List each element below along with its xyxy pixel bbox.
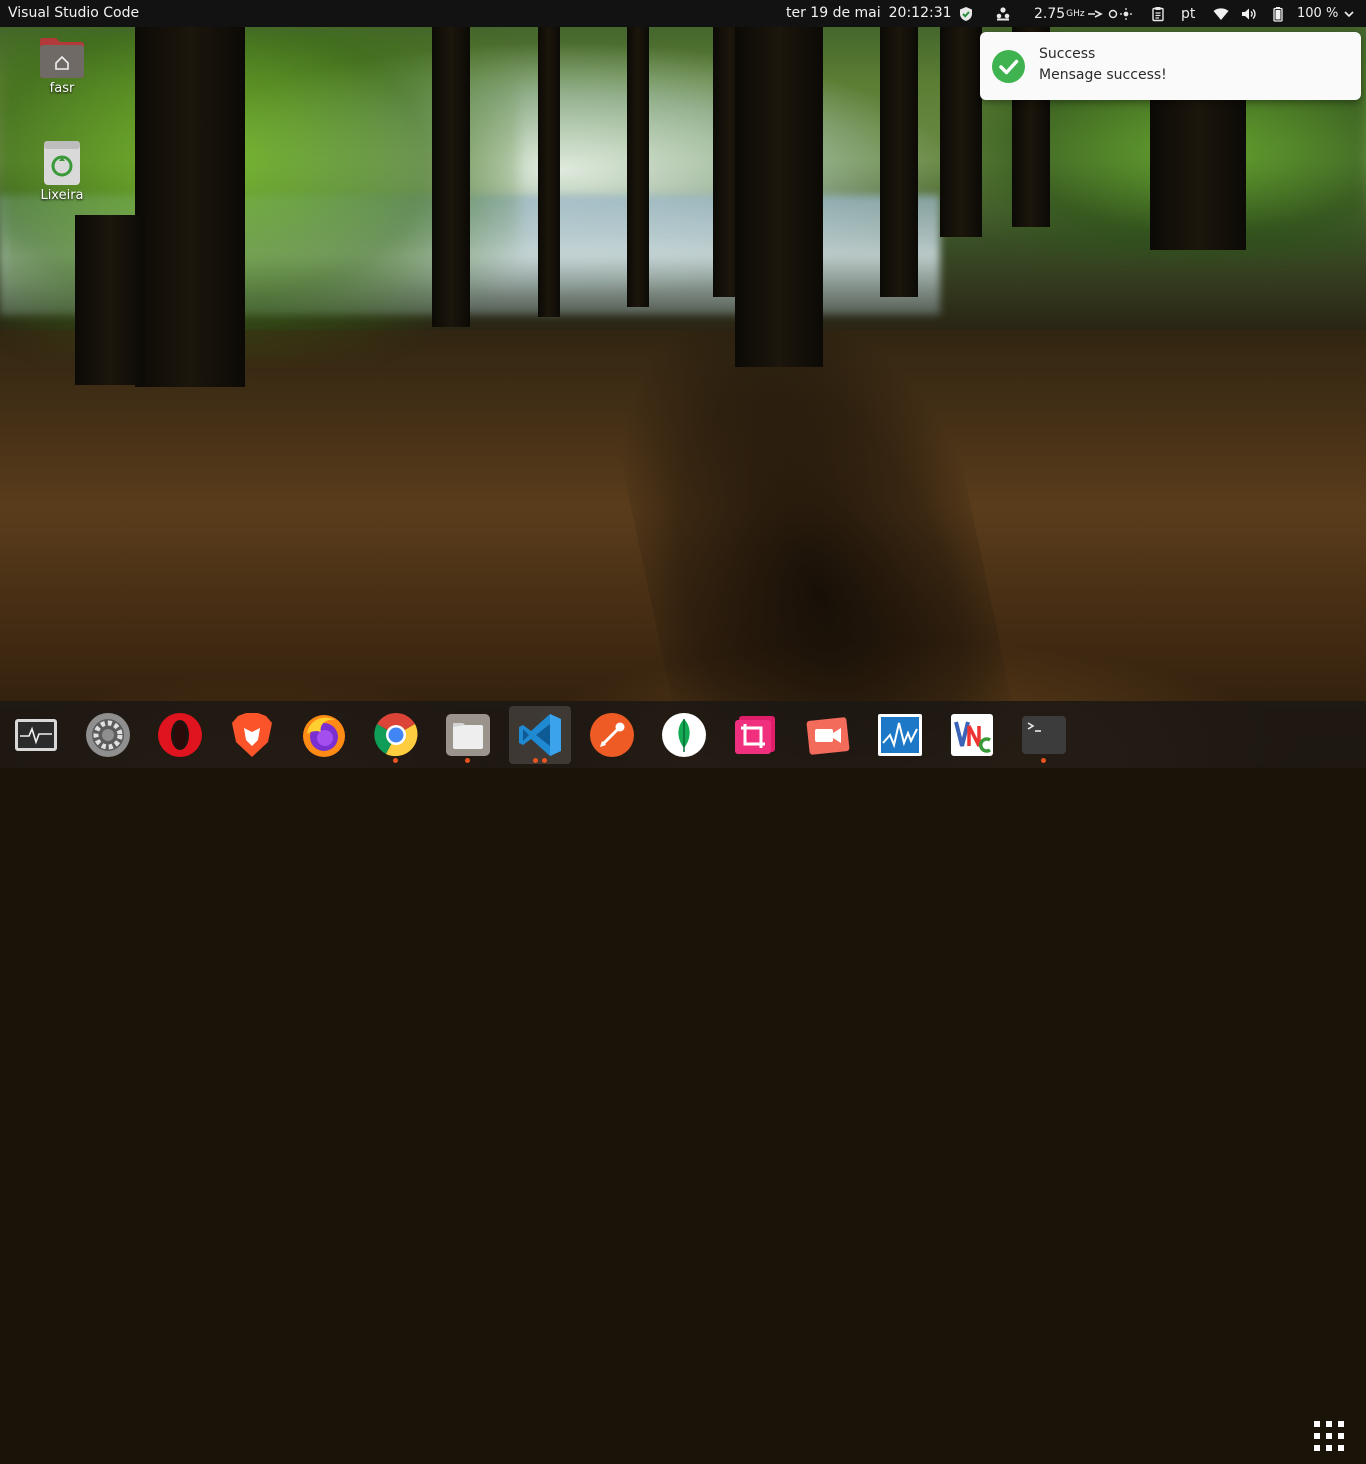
date-time-menu[interactable]: ter 19 de mai 20:12:31 [786, 5, 960, 21]
keyboard-language-label: pt [1181, 5, 1196, 22]
vscode-icon [519, 714, 561, 756]
files-folder-icon [446, 714, 490, 756]
running-indicator [465, 758, 470, 763]
dock-item-opera[interactable] [151, 706, 209, 764]
settings-gear-icon [86, 713, 130, 757]
dock-item-system-monitor[interactable] [7, 706, 65, 764]
dock [0, 701, 1366, 1451]
mongodb-leaf-icon [662, 713, 706, 757]
home-folder-icon [40, 38, 84, 78]
vnc-icon [951, 714, 993, 756]
keyboard-language-menu[interactable]: pt [1181, 4, 1195, 23]
dock-item-firefox[interactable] [295, 706, 353, 764]
video-camera-icon [806, 717, 850, 755]
desktop-wallpaper [0, 0, 1366, 768]
firefox-browser-icon [303, 715, 345, 757]
running-indicator [533, 758, 538, 763]
indicator-icons[interactable] [1087, 4, 1133, 23]
dock-item-terminal[interactable] [1015, 706, 1073, 764]
dock-item-mongodb-compass[interactable] [655, 706, 713, 764]
system-menu-arrow-icon[interactable] [1344, 4, 1354, 23]
activity-graph-icon [878, 714, 922, 756]
battery-percent[interactable]: 100 % [1297, 4, 1338, 23]
app-grid-icon [1314, 1421, 1344, 1451]
date-label: ter 19 de mai [786, 5, 881, 21]
notification-title: Success [1039, 46, 1096, 62]
dock-item-settings[interactable] [79, 706, 137, 764]
opera-browser-icon [158, 713, 202, 757]
time-label: 20:12:31 [888, 5, 952, 21]
running-indicator [542, 758, 547, 763]
dock-item-postman[interactable] [583, 706, 641, 764]
dock-item-brave[interactable] [223, 706, 281, 764]
clipboard-icon[interactable] [1150, 4, 1166, 23]
check-circle-icon [992, 50, 1025, 83]
notification-message: Mensage success! [1039, 67, 1167, 83]
battery-percent-label: 100 % [1297, 6, 1339, 21]
desktop-icon-home[interactable]: fasr [22, 35, 102, 96]
chrome-browser-icon [374, 713, 418, 757]
brave-browser-icon [232, 713, 272, 757]
cpu-freq-indicator[interactable]: 2.75 GHz [1034, 4, 1085, 23]
running-indicator [1041, 758, 1046, 763]
dock-item-vscode[interactable] [509, 706, 571, 764]
show-applications-button[interactable] [1305, 1412, 1353, 1460]
cpu-freq-unit: GHz [1066, 8, 1085, 19]
shield-icon[interactable] [958, 4, 974, 23]
active-app-menu[interactable]: Visual Studio Code [8, 5, 139, 21]
dock-item-chrome[interactable] [367, 706, 425, 764]
trash-icon [44, 141, 80, 185]
terminal-icon [1022, 716, 1066, 754]
running-indicator [393, 758, 398, 763]
dock-item-files[interactable] [439, 706, 497, 764]
dock-item-vnc-viewer[interactable] [943, 706, 1001, 764]
dock-item-screenshot-tool[interactable] [727, 706, 785, 764]
top-bar: Visual Studio Code ter 19 de mai 20:12:31… [0, 0, 1366, 27]
notification-popup[interactable]: Success Mensage success! [980, 32, 1361, 100]
wifi-icon[interactable] [1213, 4, 1229, 23]
volume-icon[interactable] [1241, 4, 1257, 23]
postman-icon [590, 713, 634, 757]
desktop-icon-label: Lixeira [40, 188, 84, 203]
system-monitor-icon [15, 719, 57, 751]
crop-icon [735, 716, 775, 754]
dock-item-screen-recorder[interactable] [799, 706, 857, 764]
dock-item-resource-monitor[interactable] [871, 706, 929, 764]
battery-icon[interactable] [1270, 4, 1286, 23]
people-icon[interactable] [995, 4, 1011, 23]
desktop-icon-trash[interactable]: Lixeira [22, 140, 102, 203]
desktop-icon-label: fasr [49, 81, 75, 96]
cpu-freq-value: 2.75 [1034, 5, 1066, 22]
